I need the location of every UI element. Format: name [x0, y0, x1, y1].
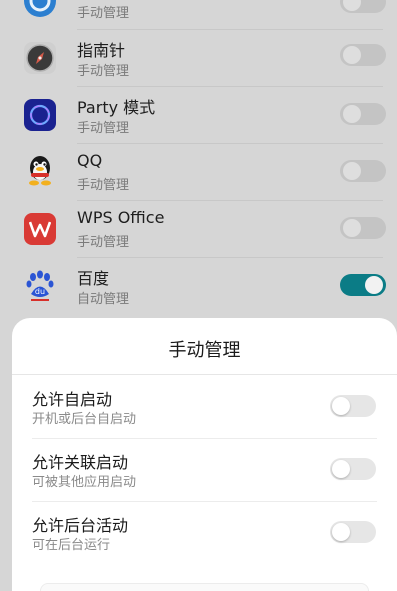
- app-toggle[interactable]: [340, 160, 386, 182]
- option-allow-associated-start[interactable]: 允许关联启动 可被其他应用启动: [12, 439, 397, 502]
- app-name: 指南针: [77, 41, 126, 60]
- app-management-mode: 手动管理: [77, 6, 130, 21]
- app-name: Party 模式: [77, 98, 156, 117]
- list-item-app-4[interactable]: WPS Office 手动管理: [0, 201, 397, 258]
- app-name: QQ: [77, 151, 103, 170]
- list-item-app-2[interactable]: Party 模式 手动管理: [0, 87, 397, 144]
- auto-start-toggle[interactable]: [330, 395, 376, 417]
- app-name: WPS Office: [77, 208, 165, 227]
- party-mode-icon: [24, 99, 56, 131]
- compass-icon: [24, 42, 56, 74]
- background-activity-toggle[interactable]: [330, 521, 376, 543]
- list-item-app-1[interactable]: 指南针 手动管理: [0, 30, 397, 87]
- option-description: 可在后台运行: [32, 538, 111, 553]
- sheet-confirm-button-edge[interactable]: [40, 583, 369, 591]
- list-item-app-5[interactable]: du 百度 自动管理: [0, 258, 397, 315]
- app-toggle[interactable]: [340, 274, 386, 296]
- wps-office-icon: [24, 213, 56, 245]
- list-item-app-3[interactable]: QQ 手动管理: [0, 144, 397, 201]
- option-description: 开机或后台自启动: [32, 412, 137, 427]
- divider: [12, 374, 397, 375]
- app-management-mode: 自动管理: [77, 292, 130, 307]
- app-toggle[interactable]: [340, 217, 386, 239]
- app-toggle[interactable]: [340, 44, 386, 66]
- option-allow-background-activity[interactable]: 允许后台活动 可在后台运行: [12, 502, 397, 565]
- app-management-mode: 手动管理: [77, 64, 130, 79]
- qq-penguin-icon: [24, 154, 56, 186]
- app-toggle[interactable]: [340, 103, 386, 125]
- associated-start-toggle[interactable]: [330, 458, 376, 480]
- option-label: 允许后台活动: [32, 516, 129, 535]
- app-name: 百度: [77, 269, 110, 288]
- option-label: 允许关联启动: [32, 453, 129, 472]
- app-management-mode: 手动管理: [77, 235, 130, 250]
- app-management-mode: 手动管理: [77, 178, 130, 193]
- browser-icon: [24, 0, 56, 17]
- svg-text:du: du: [35, 287, 45, 296]
- app-toggle[interactable]: [340, 0, 386, 13]
- app-management-mode: 手动管理: [77, 121, 130, 136]
- option-label: 允许自启动: [32, 390, 113, 409]
- baidu-paw-icon: du: [24, 270, 56, 302]
- option-allow-auto-start[interactable]: 允许自启动 开机或后台自启动: [12, 376, 397, 439]
- list-item-app-0[interactable]: 手动管理: [0, 0, 397, 30]
- option-description: 可被其他应用启动: [32, 475, 137, 490]
- manual-management-sheet: 手动管理 允许自启动 开机或后台自启动 允许关联启动 可被其他应用启动 允许后台…: [12, 318, 397, 591]
- sheet-title: 手动管理: [168, 340, 241, 361]
